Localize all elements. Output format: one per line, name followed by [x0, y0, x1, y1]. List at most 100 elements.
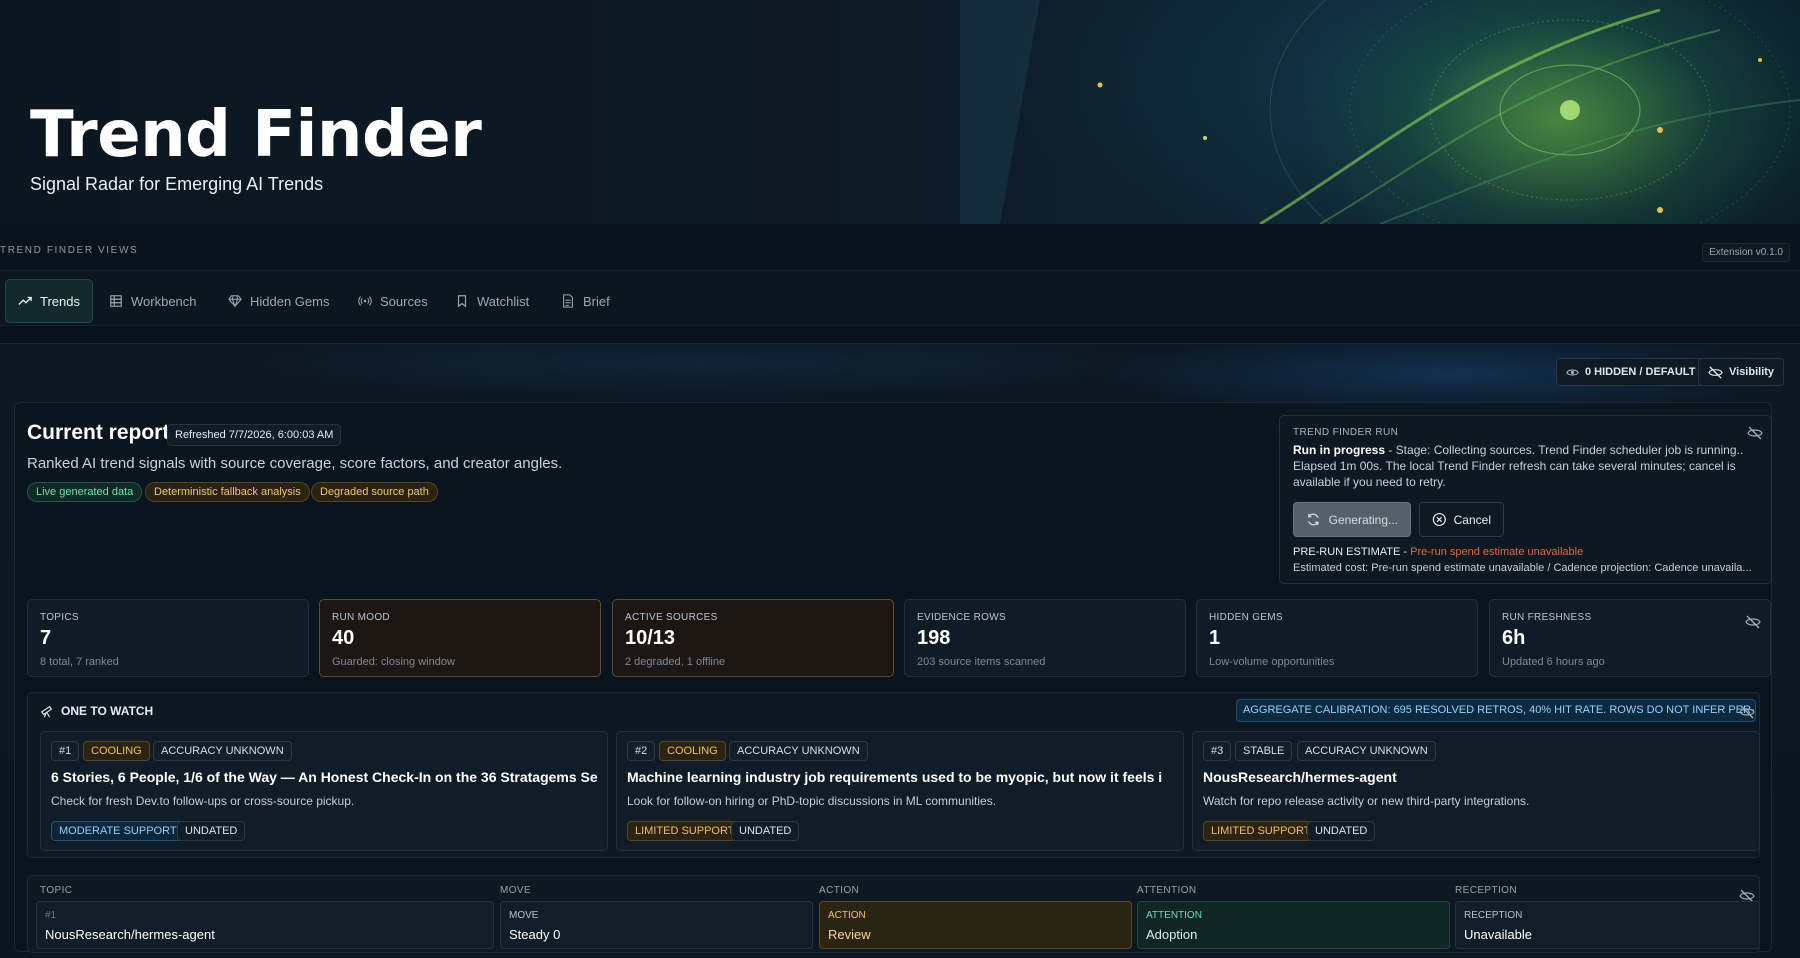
tab-workbench-label: Workbench: [131, 293, 197, 309]
stat-label: RUN FRESHNESS: [1502, 612, 1592, 623]
badge-live-data: Live generated data: [27, 482, 143, 502]
date-tag: UNDATED: [1307, 821, 1376, 841]
move-value: Steady 0: [509, 927, 561, 942]
document-icon: [563, 294, 573, 308]
pre-run-estimate: PRE-RUN ESTIMATE - Pre-run spend estimat…: [1293, 546, 1583, 558]
accuracy-chip: ACCURACY UNKNOWN: [1297, 741, 1436, 761]
estimated-cost: Estimated cost: Pre-run spend estimate u…: [1293, 562, 1752, 574]
watch-card[interactable]: #2 COOLING ACCURACY UNKNOWN Machine lear…: [616, 731, 1184, 851]
tab-trends-label: Trends: [40, 293, 80, 309]
tab-sources[interactable]: Sources: [346, 279, 440, 323]
reception-label: RECEPTION: [1464, 910, 1523, 921]
hidden-count-button[interactable]: 0 HIDDEN / DEFAULT: [1556, 358, 1706, 386]
tab-brief-label: Brief: [583, 293, 610, 309]
run-status-text: Run in progress - Stage: Collecting sour…: [1293, 442, 1763, 490]
calibration-banner: AGGREGATE CALIBRATION: 695 RESOLVED RETR…: [1236, 699, 1756, 722]
one-to-watch-header: ONE TO WATCH: [40, 704, 153, 718]
app-title: Trend Finder: [30, 98, 482, 172]
watch-title: Machine learning industry job requiremen…: [627, 769, 1163, 785]
watch-card[interactable]: #1 COOLING ACCURACY UNKNOWN 6 Stories, 6…: [40, 731, 608, 851]
column-header-reception: RECEPTION: [1455, 885, 1517, 896]
date-tag: UNDATED: [177, 821, 246, 841]
stat-value: 6h: [1502, 627, 1526, 649]
support-tag: MODERATE SUPPORT: [51, 821, 185, 841]
stat-sub: 203 source items scanned: [917, 656, 1046, 668]
reception-cell: RECEPTION Unavailable: [1455, 901, 1759, 949]
status-chip: STABLE: [1235, 741, 1293, 761]
badge-fallback-analysis: Deterministic fallback analysis: [145, 482, 310, 502]
views-section-label: TREND FINDER VIEWS: [0, 245, 139, 256]
topic-cell[interactable]: #1 NousResearch/hermes-agent: [36, 901, 494, 949]
status-chip: COOLING: [83, 741, 150, 761]
move-cell: MOVE Steady 0: [500, 901, 813, 949]
stat-sub: Guarded: closing window: [332, 656, 455, 668]
stat-value: 198: [917, 627, 951, 649]
watch-card[interactable]: #3 STABLE ACCURACY UNKNOWN NousResearch/…: [1192, 731, 1760, 851]
badge-degraded-source: Degraded source path: [311, 482, 438, 502]
hidden-count-label: 0 HIDDEN / DEFAULT: [1585, 366, 1696, 378]
tab-hidden-gems-label: Hidden Gems: [250, 293, 330, 309]
attention-value: Adoption: [1146, 927, 1198, 942]
telescope-icon: [40, 705, 53, 718]
watch-title: NousResearch/hermes-agent: [1203, 769, 1397, 785]
stat-value: 40: [332, 627, 355, 649]
cancel-button[interactable]: Cancel: [1419, 502, 1504, 537]
stat-label: HIDDEN GEMS: [1209, 612, 1283, 623]
action-cell: ACTION Review: [819, 901, 1132, 949]
stat-value: 1: [1209, 627, 1221, 649]
tab-watchlist-label: Watchlist: [477, 293, 530, 309]
app-subtitle: Signal Radar for Emerging AI Trends: [30, 174, 324, 194]
bookmark-icon: [457, 295, 467, 308]
hero-banner: Trend Finder Signal Radar for Emerging A…: [0, 0, 1800, 224]
hide-stats-icon[interactable]: [1745, 614, 1761, 630]
tab-hidden-gems[interactable]: Hidden Gems: [216, 279, 341, 323]
rank-chip: #3: [1203, 741, 1232, 761]
trends-panel: 0 HIDDEN / DEFAULT Visibility Current re…: [0, 343, 1800, 958]
eye-icon: [1566, 369, 1579, 375]
attention-cell: ATTENTION Adoption: [1137, 901, 1450, 949]
stat-sub: 2 degraded, 1 offline: [625, 656, 726, 668]
visibility-button[interactable]: Visibility: [1698, 358, 1785, 386]
current-report: Current report Refreshed 7/7/2026, 6:00:…: [14, 402, 1772, 953]
action-value: Review: [828, 927, 871, 942]
column-header-move: MOVE: [500, 885, 532, 896]
rank-chip: #2: [627, 741, 656, 761]
estimate-label: PRE-RUN ESTIMATE -: [1293, 546, 1411, 558]
stat-evidence-rows: EVIDENCE ROWS 198 203 source items scann…: [904, 599, 1186, 677]
hide-watch-icon[interactable]: [1739, 704, 1755, 720]
run-status-card: TREND FINDER RUN Run in progress - Stage…: [1279, 415, 1772, 584]
stat-label: EVIDENCE ROWS: [917, 612, 1006, 623]
table-icon: [110, 295, 122, 307]
hide-card-icon[interactable]: [1747, 425, 1763, 441]
action-label: ACTION: [828, 910, 866, 921]
stat-value: 7: [40, 627, 52, 649]
accuracy-chip: ACCURACY UNKNOWN: [153, 741, 292, 761]
one-to-watch-title: ONE TO WATCH: [61, 704, 154, 718]
stat-sub: Low-volume opportunities: [1209, 656, 1335, 668]
stat-run-mood: RUN MOOD 40 Guarded: closing window: [319, 599, 601, 677]
trends-table: TOPIC MOVE ACTION ATTENTION RECEPTION #1…: [27, 875, 1760, 953]
stat-value: 10/13: [625, 627, 676, 649]
report-description: Ranked AI trend signals with source cove…: [27, 455, 563, 472]
estimate-warning: Pre-run spend estimate unavailable: [1410, 546, 1584, 558]
view-tabs: Trends Workbench Hidden Gems Sources Wat…: [0, 270, 1800, 326]
stat-sub: 8 total, 7 ranked: [40, 656, 119, 668]
tab-workbench[interactable]: Workbench: [97, 279, 209, 323]
status-chip: COOLING: [659, 741, 726, 761]
tab-watchlist[interactable]: Watchlist: [443, 279, 541, 323]
stat-label: ACTIVE SOURCES: [625, 612, 718, 623]
visibility-label: Visibility: [1729, 366, 1775, 378]
column-header-attention: ATTENTION: [1137, 885, 1197, 896]
generating-button[interactable]: Generating...: [1293, 502, 1411, 537]
stat-label: TOPICS: [40, 612, 79, 623]
topic-name: NousResearch/hermes-agent: [45, 927, 215, 942]
generating-label: Generating...: [1328, 512, 1398, 527]
tab-brief[interactable]: Brief: [549, 279, 622, 323]
refresh-icon: [1308, 513, 1319, 526]
tab-trends[interactable]: Trends: [5, 279, 93, 323]
trend-up-icon: [18, 296, 32, 305]
stat-topics: TOPICS 7 8 total, 7 ranked: [27, 599, 309, 677]
column-header-action: ACTION: [819, 885, 860, 896]
extension-version-badge: Extension v0.1.0: [1702, 243, 1790, 262]
report-title: Current report: [27, 421, 170, 444]
